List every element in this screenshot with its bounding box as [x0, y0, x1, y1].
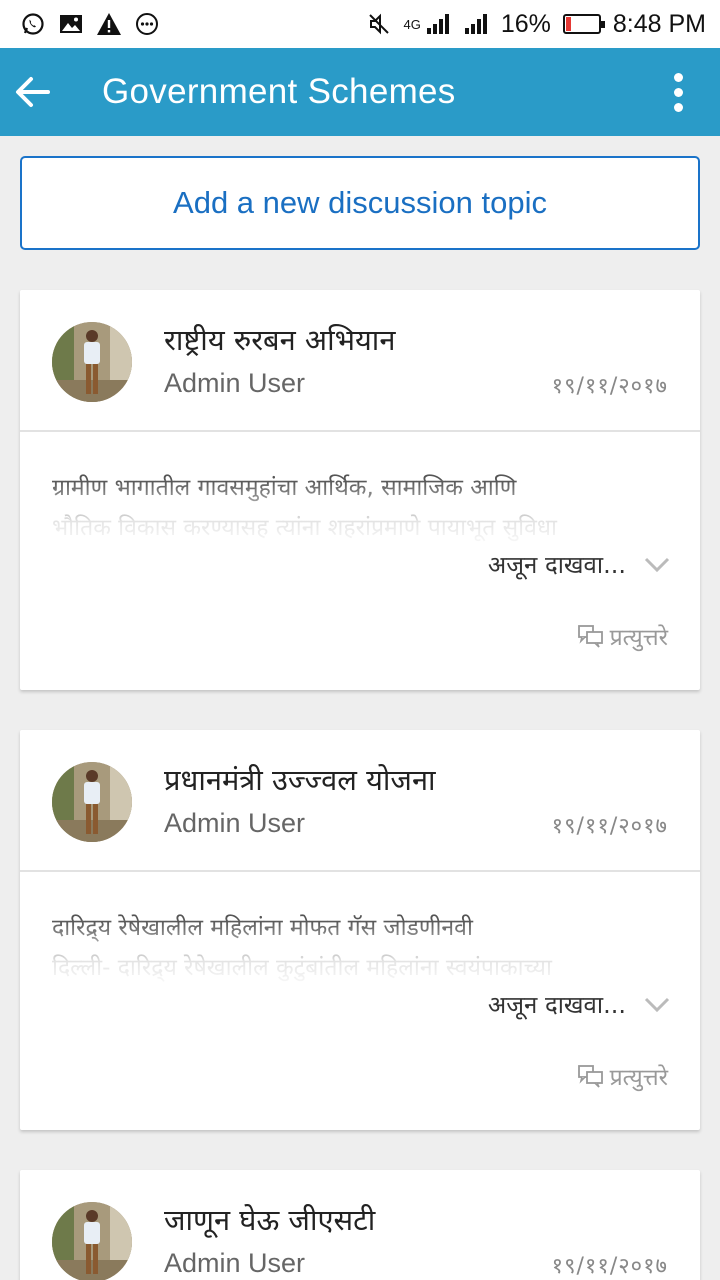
add-discussion-topic-button[interactable]: Add a new discussion topic — [20, 156, 700, 250]
show-more-label: अजून दाखवा... — [487, 991, 626, 1019]
more-vertical-icon-dot — [673, 102, 683, 112]
topic-title: राष्ट्रीय रुरबन अभियान — [164, 323, 396, 357]
excerpt-line: ग्रामीण भागातील गावसमुहांचा आर्थिक, सामा… — [52, 475, 517, 501]
topic-card[interactable]: प्रधानमंत्री उज्ज्वल योजना Admin User १९… — [20, 730, 700, 1130]
signal-icon-secondary — [463, 11, 489, 37]
status-bar-notifications — [20, 11, 160, 37]
topic-date: १९/११/२०१७ — [551, 374, 668, 399]
signal-icon — [425, 11, 451, 37]
topic-card-header: प्रधानमंत्री उज्ज्वल योजना Admin User १९… — [20, 730, 700, 872]
topic-title: प्रधानमंत्री उज्ज्वल योजना — [164, 763, 436, 797]
topic-card-body: ग्रामीण भागातील गावसमुहांचा आर्थिक, सामा… — [20, 432, 700, 688]
excerpt-line: भौतिक विकास करण्यासह त्यांना शहरांप्रमाण… — [52, 515, 558, 541]
replies-button[interactable]: प्रत्युत्तरे — [577, 620, 668, 652]
image-icon — [58, 11, 84, 37]
page-title: Government Schemes — [102, 72, 456, 111]
whatsapp-icon — [20, 11, 46, 37]
clock: 8:48 PM — [612, 9, 706, 38]
more-vertical-icon-dot — [673, 72, 683, 82]
topic-card-header: राष्ट्रीय रुरबन अभियान Admin User १९/११/… — [20, 290, 700, 432]
replies-button[interactable]: प्रत्युत्तरे — [577, 1060, 668, 1092]
status-bar-system: 4G 16% 8:48 PM — [366, 9, 706, 39]
show-more-label: अजून दाखवा... — [487, 551, 626, 579]
avatar — [52, 1202, 132, 1280]
more-vertical-icon-dot — [673, 87, 683, 97]
comments-icon — [577, 625, 603, 648]
show-more-button[interactable]: अजून दाखवा... — [488, 988, 670, 1021]
app-bar: Government Schemes — [0, 48, 720, 136]
network-type: 4G — [403, 16, 421, 32]
chevron-down-icon — [644, 997, 670, 1012]
topic-excerpt: ग्रामीण भागातील गावसमुहांचा आर्थिक, सामा… — [52, 468, 672, 548]
mute-icon — [366, 11, 392, 37]
battery-icon — [562, 14, 605, 34]
topic-date: १९/११/२०१७ — [551, 1254, 668, 1279]
topic-card-body: दारिद्र्य रेषेखालील महिलांना मोफत गॅस जो… — [20, 872, 700, 1128]
battery-level — [565, 17, 572, 31]
excerpt-line: दिल्ली- दारिद्र्य रेषेखालील कुटुंबांतील … — [52, 955, 552, 981]
status-bar: 4G 16% 8:48 PM — [0, 0, 720, 48]
topic-author: Admin User — [164, 1248, 306, 1278]
more-horizontal-icon — [134, 11, 160, 37]
topic-title: जाणून घेऊ जीएसटी — [164, 1203, 376, 1237]
avatar — [52, 322, 132, 402]
show-more-button[interactable]: अजून दाखवा... — [488, 548, 670, 581]
replies-label: प्रत्युत्तरे — [609, 625, 668, 651]
overflow-menu-button[interactable] — [656, 70, 700, 114]
topic-excerpt: दारिद्र्य रेषेखालील महिलांना मोफत गॅस जो… — [52, 908, 672, 988]
topic-card-header: जाणून घेऊ जीएसटी Admin User १९/११/२०१७ — [20, 1170, 700, 1280]
excerpt-line: दारिद्र्य रेषेखालील महिलांना मोफत गॅस जो… — [52, 915, 473, 941]
warning-icon — [96, 11, 122, 37]
chevron-down-icon — [644, 557, 670, 572]
topic-author: Admin User — [164, 808, 306, 838]
topic-card[interactable]: जाणून घेऊ जीएसटी Admin User १९/११/२०१७ — [20, 1170, 700, 1280]
arrow-left-icon — [16, 77, 50, 107]
topic-author: Admin User — [164, 368, 306, 398]
avatar — [52, 762, 132, 842]
replies-label: प्रत्युत्तरे — [609, 1065, 668, 1091]
topic-card[interactable]: राष्ट्रीय रुरबन अभियान Admin User १९/११/… — [20, 290, 700, 690]
back-button[interactable] — [0, 48, 64, 136]
comments-icon — [577, 1065, 603, 1088]
battery-percent: 16% — [500, 9, 551, 38]
topic-date: १९/११/२०१७ — [551, 814, 668, 839]
